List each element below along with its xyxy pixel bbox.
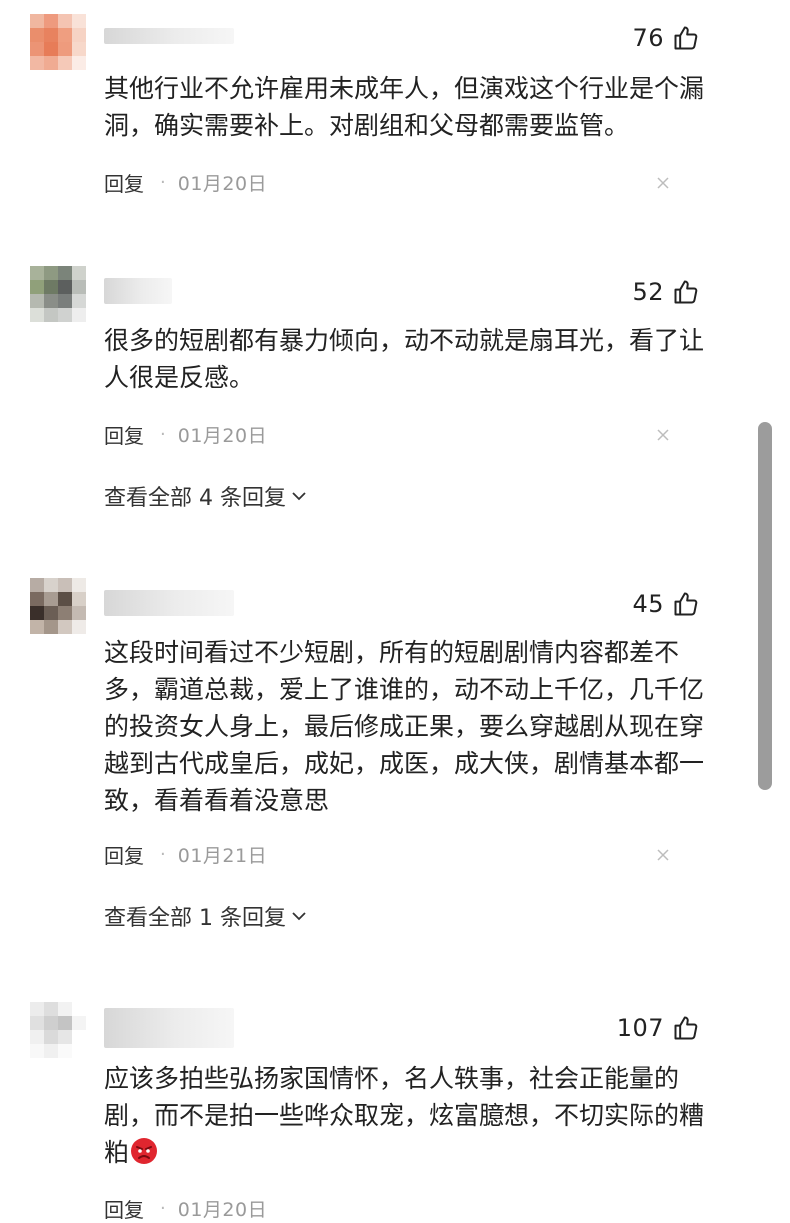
comment-list: 76 其他行业不允许雇用未成年人，但演戏这个行业是个漏洞，确实需要补上。对剧组和…	[0, 0, 790, 1222]
comment-text: 很多的短剧都有暴力倾向，动不动就是扇耳光，看了让人很是反感。	[104, 326, 705, 392]
comment-item: 76 其他行业不允许雇用未成年人，但演戏这个行业是个漏洞，确实需要补上。对剧组和…	[0, 14, 760, 214]
view-all-replies-button[interactable]: 查看全部 1 条回复	[104, 900, 308, 932]
like-control[interactable]: 76	[632, 24, 700, 52]
thumbs-up-icon[interactable]	[672, 278, 700, 306]
chevron-down-icon	[292, 492, 306, 501]
like-control[interactable]: 107	[617, 1014, 700, 1042]
meta-separator: ·	[160, 424, 166, 445]
like-count: 45	[632, 590, 664, 618]
meta-separator: ·	[160, 172, 166, 193]
username-redacted[interactable]	[104, 1008, 234, 1048]
chevron-down-icon	[292, 912, 306, 921]
meta-separator: ·	[160, 844, 166, 865]
comment-meta: 回复 · 01月20日	[104, 1194, 267, 1223]
like-control[interactable]: 45	[632, 590, 700, 618]
comment-text: 这段时间看过不少短剧，所有的短剧剧情内容都差不多，霸道总裁，爱上了谁谁的，动不动…	[104, 638, 705, 815]
close-icon[interactable]	[656, 848, 670, 862]
comment-date: 01月20日	[177, 1199, 268, 1221]
reply-button[interactable]: 回复	[104, 420, 144, 449]
comment-meta: 回复 · 01月20日	[104, 168, 267, 197]
avatar[interactable]	[30, 578, 86, 634]
reply-button[interactable]: 回复	[104, 1194, 144, 1223]
like-control[interactable]: 52	[632, 278, 700, 306]
comment-date: 01月20日	[177, 173, 268, 195]
thumbs-up-icon[interactable]	[672, 24, 700, 52]
comment-text-body: 应该多拍些弘扬家国情怀，名人轶事，社会正能量的剧，而不是拍一些哗众取宠，炫富臆想…	[104, 1064, 705, 1167]
thumbs-up-icon[interactable]	[672, 590, 700, 618]
reply-button[interactable]: 回复	[104, 168, 144, 197]
reply-button[interactable]: 回复	[104, 840, 144, 869]
comment-date: 01月21日	[177, 845, 268, 867]
comment-meta: 回复 · 01月20日	[104, 420, 267, 449]
avatar[interactable]	[30, 1002, 86, 1058]
view-all-replies-label: 查看全部 4 条回复	[104, 486, 286, 511]
view-all-replies-button[interactable]: 查看全部 4 条回复	[104, 480, 308, 512]
comment-text: 其他行业不允许雇用未成年人，但演戏这个行业是个漏洞，确实需要补上。对剧组和父母都…	[104, 74, 705, 140]
avatar[interactable]	[30, 266, 86, 322]
comment-text: 应该多拍些弘扬家国情怀，名人轶事，社会正能量的剧，而不是拍一些哗众取宠，炫富臆想…	[104, 1060, 704, 1171]
meta-separator: ·	[160, 1198, 166, 1219]
like-count: 76	[632, 24, 664, 52]
username-redacted[interactable]	[104, 590, 234, 616]
username-redacted[interactable]	[104, 28, 234, 44]
angry-face-icon	[131, 1138, 158, 1164]
username-redacted[interactable]	[104, 278, 172, 304]
like-count: 52	[632, 278, 664, 306]
comment-item: 45 这段时间看过不少短剧，所有的短剧剧情内容都差不多，霸道总裁，爱上了谁谁的，…	[0, 578, 760, 948]
avatar[interactable]	[30, 14, 86, 70]
scrollbar-thumb[interactable]	[758, 422, 772, 790]
view-all-replies-label: 查看全部 1 条回复	[104, 906, 286, 931]
thumbs-up-icon[interactable]	[672, 1014, 700, 1042]
close-icon[interactable]	[656, 176, 670, 190]
comment-date: 01月20日	[177, 425, 268, 447]
comment-item: 107 应该多拍些弘扬家国情怀，名人轶事，社会正能量的剧，而不是拍一些哗众取宠，…	[0, 1002, 760, 1222]
comment-meta: 回复 · 01月21日	[104, 840, 267, 869]
close-icon[interactable]	[656, 428, 670, 442]
like-count: 107	[616, 1014, 664, 1042]
comment-item: 52 很多的短剧都有暴力倾向，动不动就是扇耳光，看了让人很是反感。 回复 · 0…	[0, 266, 760, 516]
